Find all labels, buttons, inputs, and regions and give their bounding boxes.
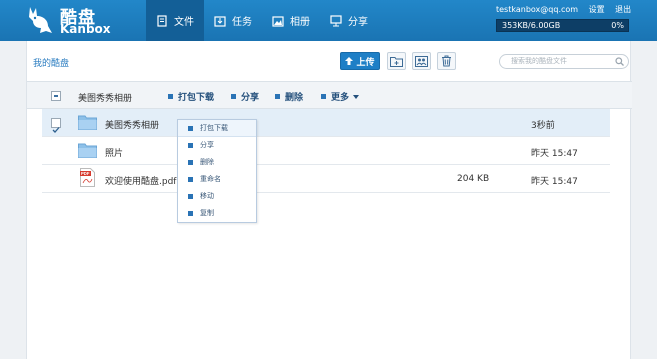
more-actions-dropdown[interactable]: 更多	[321, 90, 360, 103]
bullet-icon	[168, 94, 173, 99]
kanbox-logo[interactable]: 酷盘 Kanbox	[26, 3, 136, 37]
partial-check-icon	[54, 95, 58, 97]
menu-item-delete[interactable]: 删除	[178, 154, 256, 171]
menu-label: 移动	[200, 192, 214, 200]
trash-icon	[442, 55, 451, 67]
quota-percent: 0%	[611, 21, 624, 30]
upload-button[interactable]: 上传	[340, 52, 380, 70]
account-email[interactable]: testkanbox@qq.com	[496, 5, 578, 14]
pdf-file-icon: PDF	[80, 168, 95, 187]
delete-button[interactable]	[437, 52, 456, 70]
task-icon	[214, 15, 226, 27]
bullet-icon	[188, 177, 193, 182]
svg-text:PDF: PDF	[81, 171, 90, 176]
share-icon	[330, 14, 342, 26]
new-folder-icon	[390, 56, 403, 67]
quota-used: 353KB/6.00GB	[502, 21, 561, 30]
file-name[interactable]: 照片	[105, 146, 123, 159]
new-folder-button[interactable]	[387, 52, 406, 70]
file-row[interactable]: 美图秀秀相册 3秒前	[42, 109, 610, 137]
bulk-download-button[interactable]: 打包下载	[168, 90, 214, 103]
menu-label: 复制	[200, 209, 214, 217]
selected-item-name: 美图秀秀相册	[78, 94, 133, 104]
more-label: 更多	[331, 93, 350, 103]
row-checkbox[interactable]	[51, 118, 61, 133]
nav-label-album: 相册	[290, 17, 310, 28]
album-icon	[272, 15, 284, 27]
bullet-icon	[188, 143, 193, 148]
caret-down-icon	[353, 94, 360, 99]
menu-label: 删除	[200, 158, 214, 166]
menu-label: 重命名	[200, 175, 221, 183]
menu-item-move[interactable]: 移动	[178, 188, 256, 205]
top-bar: 酷盘 Kanbox 文件 任务 相册 分享 testkanbox@qq.com …	[0, 0, 657, 41]
file-name[interactable]: 欢迎使用酷盘.pdf	[105, 174, 176, 187]
folder-icon	[78, 143, 97, 158]
nav-item-album[interactable]: 相册	[262, 0, 320, 41]
file-row[interactable]: PDF 欢迎使用酷盘.pdf 204 KB 昨天 15:47	[42, 165, 610, 193]
breadcrumb[interactable]: 我的酷盘	[33, 56, 69, 69]
file-panel: 我的酷盘 上传 搜索我的酷盘文件 美图秀秀相册 打包下载 分享 删除 更多 美图…	[26, 41, 632, 359]
nav-label-tasks: 任务	[232, 17, 252, 28]
bullet-icon	[188, 194, 193, 199]
search-icon[interactable]	[615, 57, 624, 66]
nav-item-files[interactable]: 文件	[146, 0, 204, 41]
bullet-icon	[231, 94, 236, 99]
bulk-share-button[interactable]: 分享	[231, 90, 259, 103]
share-folder-button[interactable]	[412, 52, 431, 70]
storage-quota-bar: 353KB/6.00GB 0%	[496, 19, 629, 32]
bulk-delete-button[interactable]: 删除	[275, 90, 303, 103]
nav-label-share: 分享	[348, 17, 368, 28]
checkmark-icon	[52, 127, 60, 133]
nav-item-share[interactable]: 分享	[320, 0, 378, 41]
share-folder-icon	[415, 55, 428, 67]
upload-arrow-icon	[345, 57, 354, 65]
menu-item-download[interactable]: 打包下载	[178, 120, 256, 137]
file-row[interactable]: 照片 昨天 15:47	[42, 137, 610, 165]
bulk-download-label: 打包下载	[178, 93, 215, 103]
context-menu: 打包下载 分享 删除 重命名 移动 复制	[177, 119, 257, 223]
bullet-icon	[188, 211, 193, 216]
select-all-checkbox[interactable]	[51, 91, 61, 101]
bullet-icon	[275, 94, 280, 99]
upload-label: 上传	[356, 57, 375, 68]
file-icon	[157, 14, 167, 27]
nav-item-tasks[interactable]: 任务	[204, 0, 262, 41]
menu-label: 分享	[200, 141, 214, 149]
bullet-icon	[188, 160, 193, 165]
file-size: 204 KB	[457, 174, 490, 184]
menu-item-rename[interactable]: 重命名	[178, 171, 256, 188]
main-nav: 文件 任务 相册 分享	[146, 0, 378, 41]
search-input[interactable]: 搜索我的酷盘文件	[499, 54, 629, 69]
bulk-share-label: 分享	[241, 93, 260, 103]
settings-link[interactable]: 设置	[589, 5, 605, 14]
nav-label-files: 文件	[174, 17, 194, 28]
bulk-delete-label: 删除	[285, 93, 304, 103]
menu-label: 打包下载	[200, 124, 228, 132]
bullet-icon	[321, 94, 326, 99]
account-links: testkanbox@qq.com 设置 退出	[496, 4, 639, 15]
menu-item-copy[interactable]: 复制	[178, 205, 256, 222]
file-time: 昨天 15:47	[531, 149, 578, 159]
file-time: 昨天 15:47	[531, 177, 578, 187]
menu-item-share[interactable]: 分享	[178, 137, 256, 154]
brand-name-en: Kanbox	[60, 22, 111, 36]
file-time: 3秒前	[531, 121, 555, 131]
bullet-icon	[188, 126, 193, 131]
kangaroo-logo-icon	[29, 7, 52, 33]
file-name[interactable]: 美图秀秀相册	[105, 118, 159, 131]
selection-action-bar: 美图秀秀相册 打包下载 分享 删除 更多	[27, 81, 632, 109]
logout-link[interactable]: 退出	[615, 5, 631, 14]
folder-icon	[78, 115, 97, 130]
